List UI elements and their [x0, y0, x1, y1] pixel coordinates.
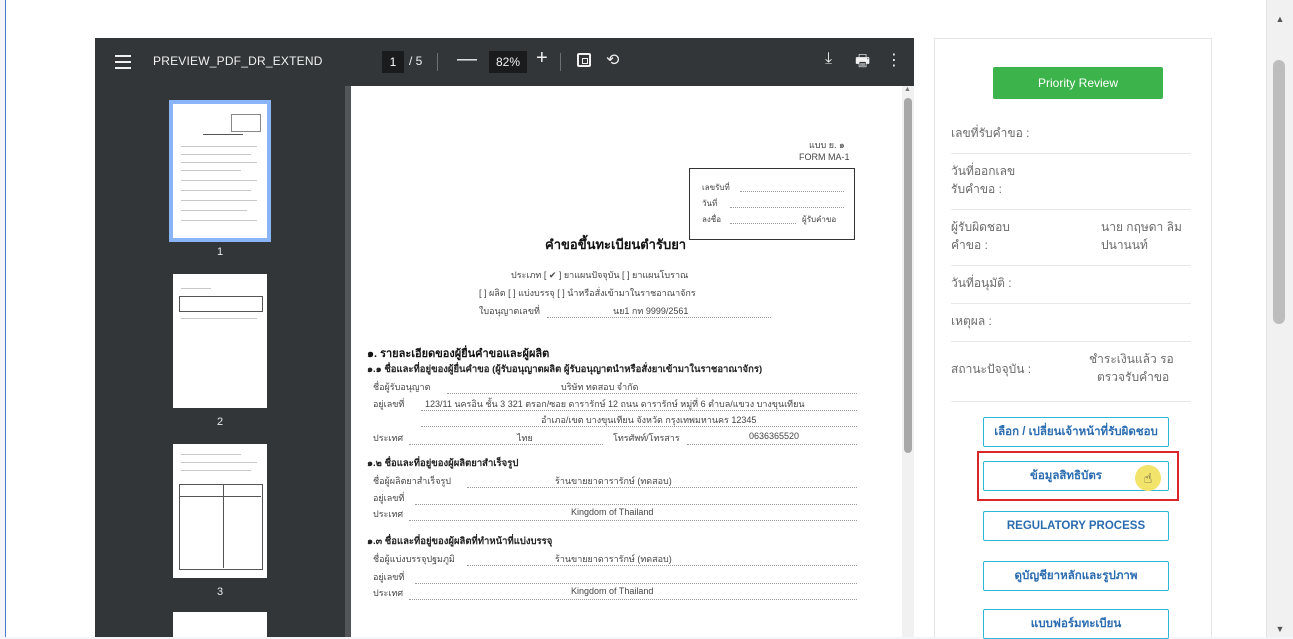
thumbnail-label: 3	[216, 586, 224, 598]
row-label: เหตุผล :	[951, 314, 992, 328]
pdf-toolbar: PREVIEW_PDF_DR_EXTEND 1 / 5 — 82% + ⟲ ⤓ …	[95, 38, 914, 86]
form-code-en: FORM MA-1	[799, 152, 850, 162]
country-value: ไทย	[517, 433, 533, 443]
license-label: ใบอนุญาตเลขที่	[479, 306, 540, 316]
page-scrollbar[interactable]: ▲ ▼	[1266, 0, 1293, 637]
info-row-status: สถานะปัจจุบัน : ชำระเงินแล้ว รอ ตรวจรับค…	[951, 341, 1191, 402]
scroll-down-icon[interactable]: ▼	[1267, 622, 1293, 636]
section-1-3-title: ๑.๓ ชื่อและที่อยู่ของผู้ผลิตที่ทำหน้าที่…	[367, 536, 553, 547]
priority-review-button[interactable]: Priority Review	[993, 67, 1163, 99]
packer-label: ชื่อผู้แบ่งบรรจุปฐมภูมิ	[373, 554, 455, 564]
section-1-2-title: ๑.๒ ชื่อและที่อยู่ของผู้ผลิตยาสำเร็จรูป	[367, 458, 519, 469]
maker-value: ร้านขายยาดารารักษ์ (ทดสอบ)	[555, 476, 672, 486]
page-scrollbar-thumb[interactable]	[1273, 60, 1285, 324]
packer-value: ร้านขายยาดารารักษ์ (ทดสอบ)	[555, 554, 672, 564]
row-label: เลขที่รับคำขอ :	[951, 126, 1030, 140]
more-options-icon[interactable]: ⋮	[886, 50, 902, 70]
receipt-box: เลขรับที่ วันที่ ลงชื่อ ผู้รับคำขอ	[689, 168, 855, 240]
form-code-th: แบบ ย. ๑	[809, 140, 845, 150]
document-title: PREVIEW_PDF_DR_EXTEND	[153, 54, 323, 68]
address-label: อยู่เลขที่	[373, 399, 405, 409]
status-value: ชำระเงินแล้ว รอ	[1089, 352, 1174, 366]
info-row-issue-date: วันที่ออกเลข รับคำขอ :	[951, 153, 1191, 210]
maker-label: ชื่อผู้ผลิตยาสำเร็จรูป	[373, 476, 452, 486]
status-value-2: ตรวจรับคำขอ	[1097, 370, 1170, 384]
document-scrollbar[interactable]: ▲	[902, 86, 914, 637]
row-label-2: คำขอ :	[951, 238, 988, 252]
zoom-out-button[interactable]: —	[457, 48, 477, 71]
kind-line: [ ] ผลิต [ ] แบ่งบรรจุ [ ] นำหรือสั่งเข้…	[479, 288, 696, 298]
regulatory-process-button[interactable]: REGULATORY PROCESS	[983, 511, 1169, 541]
address-value-2: อำเภอ/เขต บางขุนเทียน จังหวัด กรุงเทพมหา…	[541, 415, 757, 425]
section-1-1-title: ๑.๑ ชื่อและที่อยู่ของผู้ยื่นคำขอ (ผู้รับ…	[367, 364, 763, 375]
review-panel: Priority Review เลขที่รับคำขอ : วันที่ออ…	[934, 38, 1212, 639]
row-label: วันที่อนุมัติ :	[951, 276, 1012, 290]
scroll-up-icon[interactable]: ▲	[1267, 12, 1293, 26]
maker-country-value: Kingdom of Thailand	[571, 507, 654, 517]
receipt-date-label: วันที่	[702, 199, 718, 208]
packer-country-value: Kingdom of Thailand	[571, 586, 654, 596]
document-page: แบบ ย. ๑ FORM MA-1 เลขรับที่ วันที่ ลงชื…	[351, 86, 902, 637]
packer-address-label: อยู่เลขที่	[373, 572, 405, 582]
zoom-input[interactable]: 82%	[489, 51, 527, 73]
thumbnail-page-1[interactable]: 1	[169, 100, 271, 258]
maker-country-label: ประเทศ	[373, 509, 404, 519]
app-frame: PREVIEW_PDF_DR_EXTEND 1 / 5 — 82% + ⟲ ⤓ …	[5, 0, 1267, 639]
thumbnail-page-4[interactable]	[173, 612, 267, 637]
receipt-sign-label: ลงชื่อ	[702, 215, 722, 224]
licensee-value: บริษัท ทดสอบ จำกัด	[561, 382, 639, 392]
row-label: วันที่ออกเลข	[951, 164, 1016, 178]
registration-form-button[interactable]: แบบฟอร์มทะเบียน	[983, 609, 1169, 639]
packer-country-label: ประเทศ	[373, 588, 404, 598]
row-value-2: ปนานนท์	[1101, 238, 1148, 252]
maker-address-label: อยู่เลขที่	[373, 493, 405, 503]
phone-label: โทรศัพท์/โทรสาร	[613, 433, 680, 443]
license-value: นย1 กท 9999/2561	[613, 306, 689, 316]
row-value: นาย กฤษดา ลิม	[1101, 220, 1182, 234]
document-title-th: คำขอขึ้นทะเบียนตำรับยา	[545, 237, 687, 252]
thumbnail-image	[173, 444, 267, 578]
row-label: สถานะปัจจุบัน :	[951, 362, 1032, 376]
row-label: ผู้รับผิดชอบ	[951, 220, 1010, 234]
thumbnail-sidebar: 1 2 3	[95, 86, 345, 637]
address-value-1: 123/11 นครอิน ชั้น 3 321 ตรอก/ซอย ดารารั…	[425, 399, 805, 409]
pdf-viewer: PREVIEW_PDF_DR_EXTEND 1 / 5 — 82% + ⟲ ⤓ …	[95, 38, 914, 637]
fit-page-icon[interactable]	[577, 53, 591, 67]
thumbnail-page-3[interactable]: 3	[173, 444, 267, 598]
zoom-in-button[interactable]: +	[536, 47, 548, 70]
thumbnail-image	[173, 612, 267, 637]
info-row-reason: เหตุผล :	[951, 303, 1191, 342]
change-officer-button[interactable]: เลือก / เปลี่ยนเจ้าหน้าที่รับผิดชอบ	[983, 417, 1169, 447]
info-row-responsible: ผู้รับผิดชอบ คำขอ : นาย กฤษดา ลิม ปนานนท…	[951, 209, 1191, 266]
info-row-request-no: เลขที่รับคำขอ :	[951, 115, 1191, 154]
page-number-input[interactable]: 1	[382, 51, 404, 73]
thumbnail-page-2[interactable]: 2	[173, 274, 267, 428]
section-1-title: ๑. รายละเอียดของผู้ยื่นคำขอและผู้ผลิต	[367, 348, 550, 360]
licensee-label: ชื่อผู้รับอนุญาต	[373, 382, 431, 392]
row-label-2: รับคำขอ :	[951, 182, 1002, 196]
divider	[437, 53, 438, 71]
receipt-no-label: เลขรับที่	[702, 183, 730, 192]
scroll-up-icon[interactable]: ▲	[904, 86, 911, 93]
info-row-approval-date: วันที่อนุมัติ :	[951, 265, 1191, 304]
document-scrollbar-thumb[interactable]	[904, 98, 912, 453]
document-area: แบบ ย. ๑ FORM MA-1 เลขรับที่ วันที่ ลงชื…	[351, 86, 902, 637]
thumbnail-image	[169, 100, 271, 242]
phone-value: 0636365520	[749, 431, 800, 441]
menu-icon[interactable]	[115, 55, 131, 69]
receipt-receiver-label: ผู้รับคำขอ	[802, 215, 837, 224]
drug-list-images-button[interactable]: ดูบัญชียาหลักและรูปภาพ	[983, 561, 1169, 591]
type-line: ประเภท [ ✔ ] ยาแผนปัจจุบัน [ ] ยาแผนโบรา…	[511, 270, 689, 280]
hand-pointer-icon: ☝	[1135, 465, 1161, 491]
rotate-icon[interactable]: ⟲	[606, 50, 619, 70]
page-total: / 5	[409, 54, 423, 68]
thumbnail-label: 1	[216, 246, 224, 258]
print-icon[interactable]: 🖶	[855, 50, 870, 77]
thumbnail-image	[173, 274, 267, 408]
country-label: ประเทศ	[373, 433, 404, 443]
divider	[560, 53, 561, 71]
download-icon[interactable]: ⤓	[825, 50, 832, 68]
thumbnail-label: 2	[216, 416, 224, 428]
